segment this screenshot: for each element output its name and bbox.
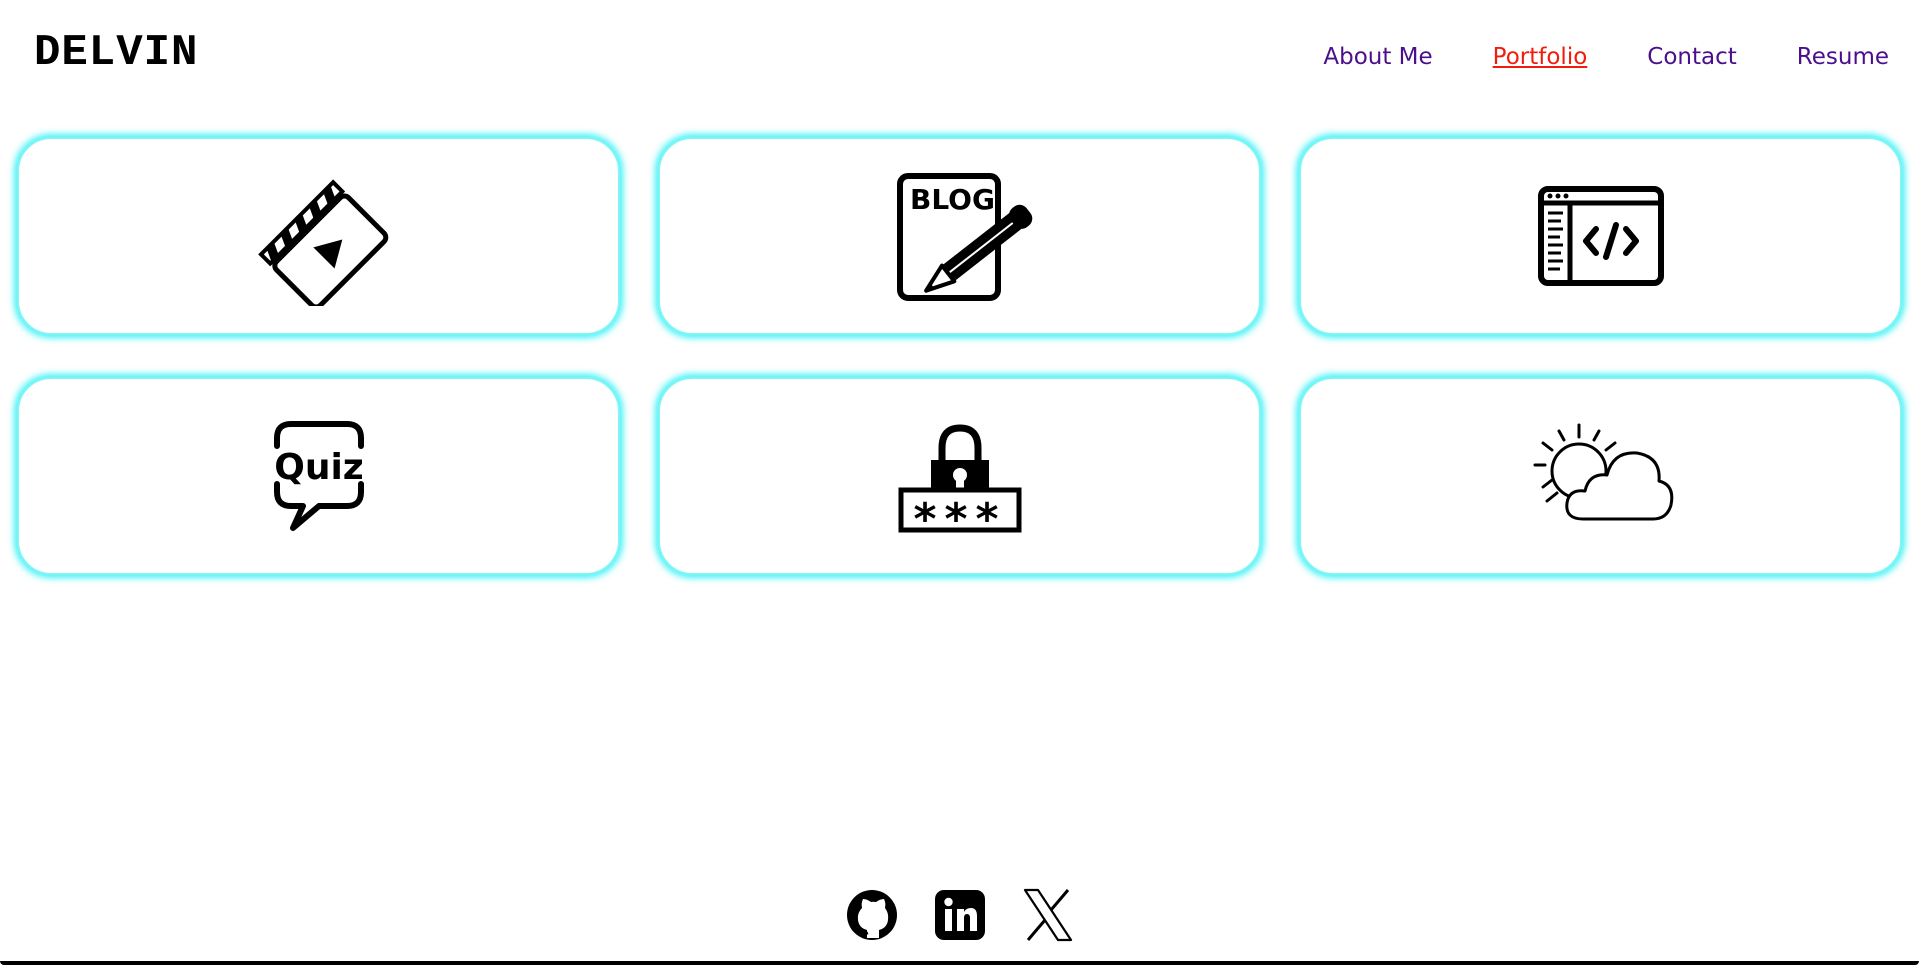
quiz-icon-text: Quiz [274, 447, 364, 488]
portfolio-grid: BLOG Quiz *** [17, 137, 1902, 575]
password-lock-icon: *** [898, 424, 1021, 536]
portfolio-card-weather[interactable] [1299, 377, 1902, 575]
password-icon-text: *** [913, 494, 1006, 536]
x-twitter-icon [1023, 888, 1072, 942]
portfolio-card-password[interactable]: *** [658, 377, 1261, 575]
linkedin-icon [934, 890, 985, 940]
quiz-speech-bubble-icon: Quiz [273, 421, 364, 531]
x-twitter-link[interactable] [1023, 888, 1073, 942]
film-clapperboard-icon [257, 179, 388, 306]
linkedin-link[interactable] [934, 888, 985, 942]
page: DELVIN About Me Portfolio Contact Resume [0, 0, 1919, 965]
nav-contact[interactable]: Contact [1647, 44, 1736, 70]
portfolio-card-code[interactable] [1299, 137, 1902, 335]
site-header: DELVIN About Me Portfolio Contact Resume [0, 0, 1919, 110]
social-footer [0, 888, 1919, 942]
weather-sun-cloud-icon [1533, 423, 1673, 521]
nav-about-me[interactable]: About Me [1323, 44, 1432, 70]
code-window-icon [1537, 186, 1664, 286]
github-link[interactable] [846, 888, 897, 942]
github-icon [846, 890, 897, 940]
portfolio-card-blog[interactable]: BLOG [658, 137, 1261, 335]
blog-icon-text: BLOG [910, 183, 995, 216]
main-nav: About Me Portfolio Contact Resume [1323, 44, 1889, 70]
portfolio-card-quiz[interactable]: Quiz [17, 377, 620, 575]
nav-portfolio[interactable]: Portfolio [1493, 44, 1588, 70]
nav-resume[interactable]: Resume [1797, 44, 1889, 70]
portfolio-card-film[interactable] [17, 137, 620, 335]
site-logo[interactable]: DELVIN [34, 28, 198, 78]
blog-pencil-icon: BLOG [896, 173, 1032, 301]
